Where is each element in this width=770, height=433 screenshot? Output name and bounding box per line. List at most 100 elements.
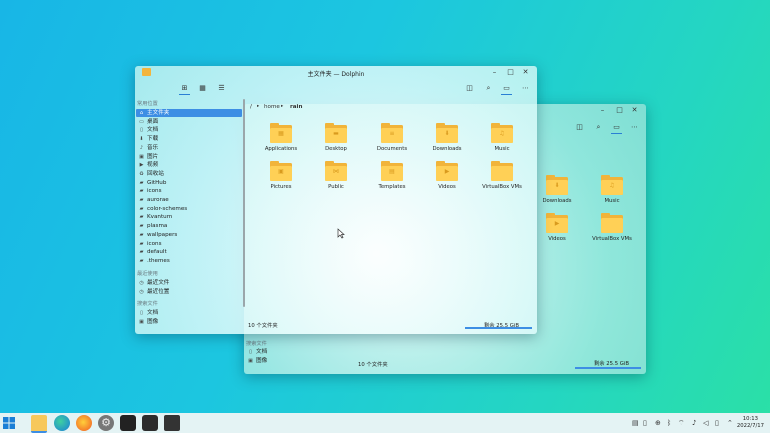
details-view-icon[interactable]: ☰ <box>216 83 227 94</box>
sidebar-item[interactable]: ▣ 图片 <box>136 153 242 161</box>
breadcrumb-current[interactable]: rain <box>290 104 302 110</box>
sidebar-item[interactable]: ▰ .themes <box>136 257 242 265</box>
sidebar-item-documents[interactable]: ▯ 文档 <box>245 348 345 356</box>
sidebar-item[interactable]: ♻ 回收站 <box>136 170 242 178</box>
terminal-icon[interactable] <box>142 415 158 431</box>
sidebar-item[interactable]: ▰ plasma <box>136 222 242 230</box>
edge-icon[interactable] <box>54 415 70 431</box>
sidebar-item[interactable]: ▰ default <box>136 248 242 256</box>
github-icon[interactable] <box>120 415 136 431</box>
sidebar-item-label: 文档 <box>147 127 159 134</box>
sidebar-item-label: 视频 <box>147 162 159 169</box>
audio-icon[interactable]: ♪ <box>692 419 696 427</box>
folder-label[interactable]: Pictures <box>251 184 311 190</box>
sidebar-item[interactable]: ◷ 最近文件 <box>136 279 242 287</box>
folder-label[interactable]: VirtualBox VMs <box>472 184 532 190</box>
sidebar-item[interactable]: ▰ icons <box>136 240 242 248</box>
maximize-icon[interactable]: □ <box>506 68 515 77</box>
chevron-up-icon[interactable]: ⌃ <box>727 419 733 427</box>
sidebar-item[interactable]: ▰ GitHub <box>136 179 242 187</box>
breadcrumb-home[interactable]: home <box>264 104 280 110</box>
sidebar-item[interactable]: ▰ wallpapers <box>136 231 242 239</box>
dolphin-taskbar-icon[interactable] <box>31 415 47 433</box>
search-icon[interactable]: ⌕ <box>483 83 494 94</box>
sidebar-item-images[interactable]: ▣ 图像 <box>245 357 345 365</box>
sidebar-item-label: 桌面 <box>147 118 159 125</box>
split-view-icon[interactable]: ◫ <box>574 122 585 133</box>
folder-icon: ♫ <box>499 130 505 137</box>
menu-icon[interactable]: ⋯ <box>520 83 531 94</box>
device-icon[interactable]: ▯ <box>715 419 719 427</box>
network-icon[interactable]: ⌔ <box>678 419 685 428</box>
sidebar-item-label: 下载 <box>147 136 159 143</box>
clock[interactable]: 10:13 2022/7/17 <box>737 416 764 430</box>
recent-files-icon: ◷ <box>139 280 144 286</box>
sidebar-item-label: 最近位置 <box>147 288 170 295</box>
compact-view-icon[interactable]: ▦ <box>197 83 208 94</box>
sidebar-item-label: 主文件夹 <box>147 110 170 116</box>
window-title: 主文件夹 — Dolphin <box>307 71 365 78</box>
folder-label[interactable]: Videos <box>417 184 477 190</box>
sidebar-item-label: plasma <box>147 223 168 230</box>
notes-icon[interactable]: ▤ <box>632 419 639 427</box>
clock-time: 10:13 <box>742 416 759 422</box>
folder-label[interactable]: Templates <box>362 184 422 190</box>
folder-label[interactable]: Applications <box>251 146 311 152</box>
folder-label[interactable]: VirtualBox VMs <box>582 236 642 242</box>
vpn-icon[interactable]: ⊕ <box>655 419 661 427</box>
folder-icon: ▶ <box>554 220 560 227</box>
sidebar-item[interactable]: ▰ aurorae <box>136 196 242 204</box>
close-icon[interactable]: ✕ <box>630 106 639 115</box>
folder-icon: ▰ <box>139 188 144 195</box>
sidebar-item[interactable]: ▭ 桌面 <box>136 118 242 126</box>
bluetooth-icon[interactable]: ᛒ <box>667 419 671 427</box>
folder-label[interactable]: Music <box>472 146 532 152</box>
breadcrumb-root[interactable]: / <box>250 104 252 110</box>
folder-icon: ▰ <box>139 179 144 186</box>
minimize-icon[interactable]: – <box>490 68 499 77</box>
folder-label[interactable]: Music <box>582 198 642 204</box>
sidebar-item[interactable]: ▯ 文档 <box>136 309 242 317</box>
sidebar-item[interactable]: ◷ 最近位置 <box>136 288 242 296</box>
start-menu-icon[interactable] <box>3 417 15 429</box>
sidebar-item[interactable]: ▣ 图像 <box>136 318 242 326</box>
dolphin-window[interactable]: 主文件夹 — Dolphin – □ ✕ ⊞ ▦ ☰ ◫ ⌕ ▭ ⋯ 常用位置 … <box>135 66 537 334</box>
panel-splitter[interactable] <box>243 99 245 307</box>
sidebar-item[interactable]: ▰ color-schemes <box>136 205 242 213</box>
sidebar-heading-search: 搜索文件 <box>246 341 267 347</box>
folder-label[interactable]: Public <box>306 184 366 190</box>
clipboard-icon[interactable]: ▯ <box>643 419 647 427</box>
volume-icon[interactable]: ◁ <box>703 419 708 427</box>
folder-icon: ▰ <box>139 240 144 247</box>
search-icon[interactable]: ⌕ <box>593 122 604 133</box>
maximize-icon[interactable]: □ <box>615 106 624 115</box>
preview-icon[interactable]: ▭ <box>611 122 622 134</box>
sidebar-item[interactable]: ▰ icons <box>136 187 242 195</box>
close-icon[interactable]: ✕ <box>521 68 530 77</box>
sidebar-item[interactable]: ▰ Kvantum <box>136 213 242 221</box>
sidebar-item-label: 最近文件 <box>147 280 170 286</box>
minimize-icon[interactable]: – <box>598 106 607 115</box>
sidebar-item[interactable]: ▯ 文档 <box>136 126 242 134</box>
image-icon: ▣ <box>248 358 253 364</box>
title-bar[interactable]: 主文件夹 — Dolphin – □ ✕ <box>135 66 537 78</box>
folder-icon: ▬ <box>333 130 339 137</box>
preview-icon[interactable]: ▭ <box>501 83 512 95</box>
firefox-icon[interactable] <box>76 415 92 431</box>
folder-label[interactable]: Documents <box>362 146 422 152</box>
inkscape-icon[interactable] <box>164 415 180 431</box>
icons-view-icon[interactable]: ⊞ <box>179 83 190 95</box>
folder-label[interactable]: Desktop <box>306 146 366 152</box>
folder-icon: ▰ <box>139 197 144 203</box>
trash-icon: ♻ <box>139 170 144 177</box>
folder-icon: ⬇ <box>444 130 450 137</box>
sidebar-item[interactable]: ⬇ 下载 <box>136 135 242 143</box>
settings-icon[interactable]: ⚙ <box>98 415 114 431</box>
sidebar-item-label: aurorae <box>147 197 169 203</box>
sidebar-item[interactable]: ♪ 音乐 <box>136 144 242 152</box>
folder-label[interactable]: Downloads <box>417 146 477 152</box>
sidebar-item[interactable]: ▶ 视频 <box>136 161 242 169</box>
menu-icon[interactable]: ⋯ <box>629 122 640 133</box>
split-view-icon[interactable]: ◫ <box>464 83 475 94</box>
sidebar-item[interactable]: ⌂ 主文件夹 <box>136 109 242 117</box>
